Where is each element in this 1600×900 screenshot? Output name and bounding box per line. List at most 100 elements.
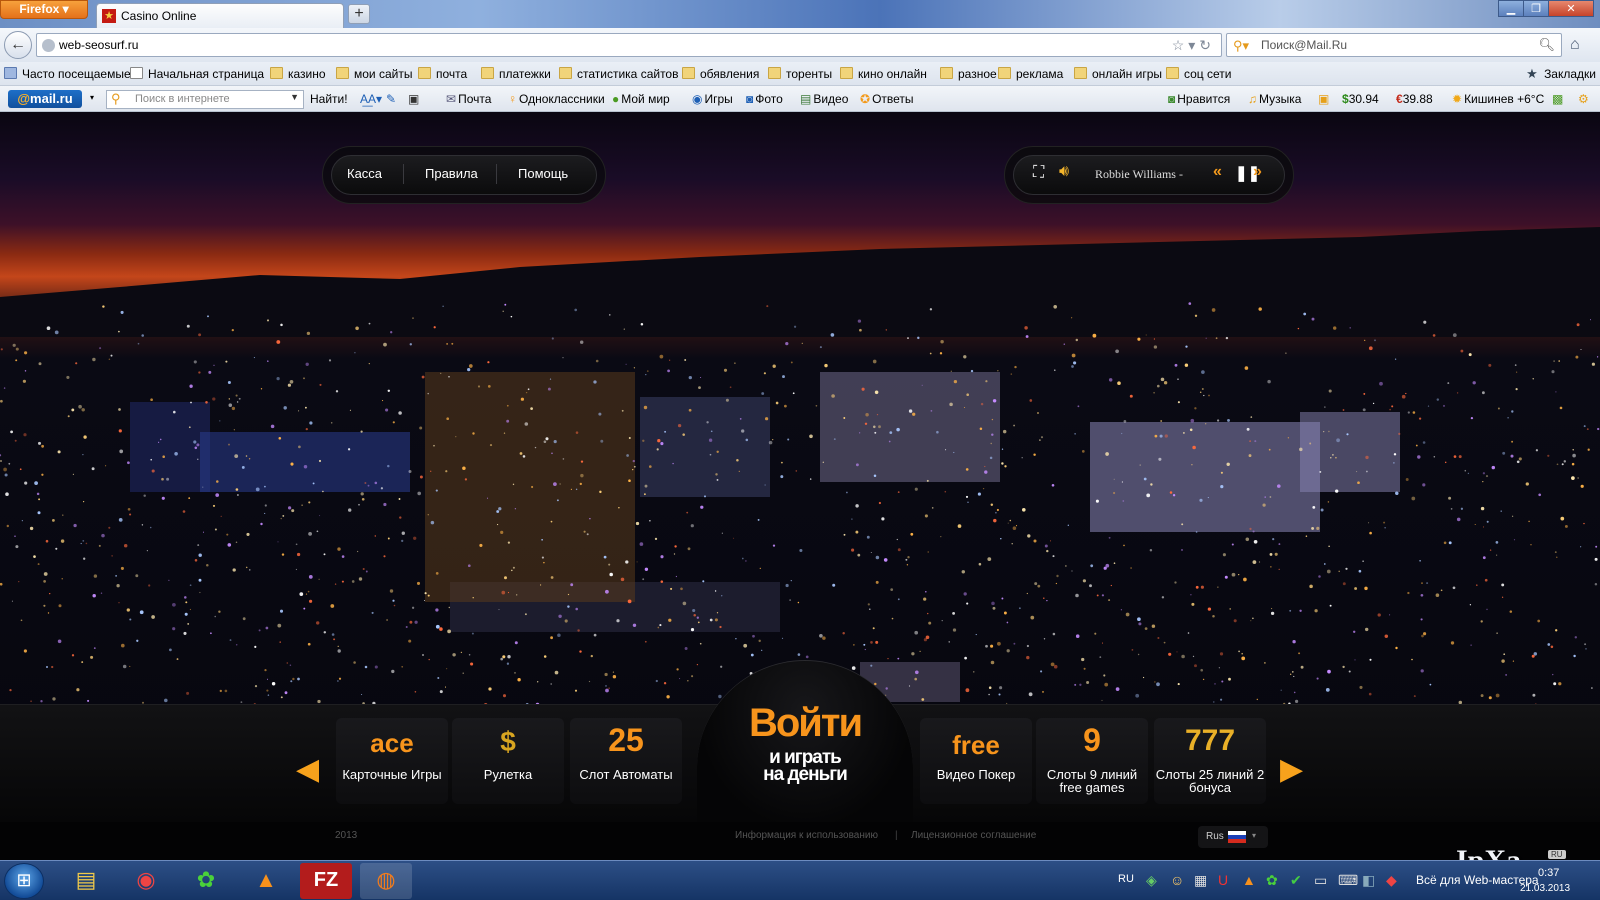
mailru-logo[interactable]: @mail.ru bbox=[8, 90, 82, 108]
tray-app-icon[interactable]: ▦ bbox=[1194, 872, 1207, 889]
search-bar[interactable]: ⚲▾ Поиск@Mail.Ru 🔍︎ bbox=[1226, 33, 1562, 57]
maximize-button[interactable]: ❐ bbox=[1523, 0, 1549, 17]
camera-icon: ◙ bbox=[746, 92, 754, 106]
filezilla-taskbar-icon[interactable]: FZ bbox=[300, 863, 352, 899]
close-window-button[interactable]: ✕ bbox=[1548, 0, 1594, 17]
next-track-icon[interactable]: » bbox=[1253, 163, 1262, 181]
notes-icon[interactable]: ▣ bbox=[1318, 92, 1329, 106]
bookmarks-menu[interactable]: ★ Закладки bbox=[1526, 66, 1596, 81]
antivirus-icon[interactable]: U bbox=[1218, 872, 1228, 888]
bookmark-folder[interactable]: обявления bbox=[682, 67, 759, 81]
tray-app-3-icon[interactable]: ◆ bbox=[1386, 872, 1397, 889]
answers-icon: ✪ bbox=[860, 92, 871, 106]
url-bar[interactable]: web-seosurf.ru ☆▾↻ bbox=[36, 33, 1222, 57]
smile-icon[interactable]: ☺ bbox=[1170, 872, 1184, 888]
language-select[interactable]: Rus ▾ bbox=[1198, 826, 1268, 848]
bookmark-folder[interactable]: соц сети bbox=[1166, 67, 1232, 81]
highlight-pen-icon[interactable]: ✎ bbox=[386, 92, 396, 106]
link-answers[interactable]: ✪ Ответы bbox=[860, 92, 914, 106]
slots-9-icon: 9 bbox=[1083, 722, 1101, 758]
usd-rate[interactable]: $30.94 bbox=[1342, 92, 1379, 106]
explorer-taskbar-icon[interactable]: ▤ bbox=[60, 863, 112, 899]
search-icon[interactable]: 🔍︎ bbox=[1538, 37, 1555, 53]
home-icon[interactable]: ⌂ bbox=[1570, 36, 1580, 54]
bookmark-folder[interactable]: реклама bbox=[998, 67, 1063, 81]
link-photo[interactable]: ◙ Фото bbox=[746, 92, 783, 106]
keyboard-tray-icon[interactable]: ⌨ bbox=[1338, 872, 1358, 889]
link-mail[interactable]: ✉ Почта bbox=[446, 92, 491, 106]
icq-taskbar-icon[interactable]: ✿ bbox=[180, 863, 232, 899]
map-icon[interactable]: ▩ bbox=[1552, 92, 1563, 106]
bookmark-folder[interactable]: почта bbox=[418, 67, 467, 81]
usd-value: 30.94 bbox=[1348, 92, 1379, 106]
link-odnoklassniki[interactable]: ♀ Одноклассники bbox=[508, 92, 605, 106]
music-button[interactable]: ♫ Музыка bbox=[1248, 92, 1301, 106]
bookmark-most-visited[interactable]: Часто посещаемые bbox=[4, 67, 131, 81]
bookmark-folder[interactable]: платежки bbox=[481, 67, 551, 81]
clock-time[interactable]: 0:37 bbox=[1538, 867, 1559, 879]
bookmark-folder[interactable]: разное bbox=[940, 67, 997, 81]
bookmark-folder[interactable]: торенты bbox=[768, 67, 832, 81]
link-video[interactable]: ▤ Видео bbox=[800, 92, 848, 106]
monitor-tray-icon[interactable]: ▭ bbox=[1314, 872, 1327, 889]
font-size-icon[interactable]: A͟A▾ bbox=[360, 92, 382, 106]
footer-license-link[interactable]: Лицензионное соглашение bbox=[911, 830, 1036, 841]
menu-rules[interactable]: Правила bbox=[425, 166, 478, 181]
bookmark-folder[interactable]: казино bbox=[270, 67, 326, 81]
start-button[interactable]: ⊞ bbox=[4, 863, 44, 899]
chrome-taskbar-icon[interactable]: ◉ bbox=[120, 863, 172, 899]
network-icon[interactable]: ◈ bbox=[1146, 872, 1157, 889]
screenshot-icon[interactable]: ▣ bbox=[408, 92, 419, 106]
clock-date[interactable]: 21.03.2013 bbox=[1520, 883, 1570, 894]
bookmark-folder[interactable]: статистика сайтов bbox=[559, 67, 678, 81]
weather-widget[interactable]: ✹ Кишинев +6°C bbox=[1452, 92, 1544, 106]
menu-cashier[interactable]: Касса bbox=[347, 166, 382, 181]
slots-777-icon: 777 bbox=[1184, 724, 1236, 757]
settings-gear-icon[interactable]: ⚙ bbox=[1578, 92, 1589, 106]
game-slots-9-lines[interactable]: 9 Слоты 9 линий free games bbox=[1036, 718, 1148, 804]
game-slot-machines[interactable]: 25 Слот Автоматы bbox=[570, 718, 682, 804]
site-identity-icon[interactable] bbox=[42, 39, 55, 52]
bookmark-folder[interactable]: мои сайты bbox=[336, 67, 412, 81]
tab-casino-online[interactable]: ★ Casino Online bbox=[96, 3, 344, 28]
fullscreen-icon[interactable]: ⛶ bbox=[1033, 164, 1044, 182]
link-label: Игры bbox=[704, 92, 733, 106]
back-button[interactable]: ← bbox=[4, 31, 32, 59]
sun-icon: ✹ bbox=[1452, 92, 1463, 106]
firefox-menu-button[interactable]: Firefox ▾ bbox=[0, 0, 88, 19]
icq-tray-icon[interactable]: ✿ bbox=[1266, 872, 1278, 889]
games-prev-arrow-icon[interactable]: ◀ bbox=[296, 752, 319, 787]
games-next-arrow-icon[interactable]: ▶ bbox=[1280, 752, 1303, 787]
eur-rate[interactable]: €39.88 bbox=[1396, 92, 1433, 106]
previous-track-icon[interactable]: « bbox=[1213, 163, 1222, 181]
game-roulette[interactable]: $ Рулетка bbox=[452, 718, 564, 804]
find-button[interactable]: Найти! bbox=[310, 92, 348, 106]
mailru-menu-chevron-icon[interactable]: ▾ bbox=[90, 93, 94, 102]
volume-icon[interactable]: 🔊︎ bbox=[1059, 163, 1069, 181]
minimize-button[interactable]: ▁ bbox=[1498, 0, 1524, 17]
bookmark-folder[interactable]: онлайн игры bbox=[1074, 67, 1162, 81]
like-button[interactable]: ◙ Нравится bbox=[1168, 92, 1230, 106]
input-language-indicator[interactable]: RU bbox=[1118, 873, 1134, 885]
bookmark-home-page[interactable]: Начальная страница bbox=[130, 67, 264, 81]
bookmark-label: Начальная страница bbox=[148, 67, 265, 81]
vlc-tray-icon[interactable]: ▲ bbox=[1242, 872, 1256, 888]
bookmark-folder[interactable]: кино онлайн bbox=[840, 67, 927, 81]
game-card-games[interactable]: ace Карточные Игры bbox=[336, 718, 448, 804]
firefox-taskbar-icon[interactable]: ◍ bbox=[360, 863, 412, 899]
menu-help[interactable]: Помощь bbox=[518, 166, 568, 181]
footer-usage-info-link[interactable]: Информация к использованию bbox=[735, 830, 878, 841]
mailru-search-input[interactable]: ⚲ Поиск в интернете ▼ bbox=[106, 90, 304, 109]
check-tray-icon[interactable]: ✔ bbox=[1290, 872, 1302, 889]
url-bar-tools-icon[interactable]: ☆▾↻ bbox=[1172, 37, 1215, 54]
chevron-down-icon[interactable]: ▼ bbox=[290, 92, 299, 102]
vlc-taskbar-icon[interactable]: ▲ bbox=[240, 863, 292, 899]
tray-app-2-icon[interactable]: ◧ bbox=[1362, 872, 1375, 889]
folder-icon bbox=[481, 67, 494, 79]
new-tab-button[interactable]: + bbox=[348, 4, 370, 24]
search-engine-icon[interactable]: ⚲▾ bbox=[1233, 38, 1249, 54]
game-video-poker[interactable]: free Видео Покер bbox=[920, 718, 1032, 804]
game-slots-25-lines[interactable]: 777 Слоты 25 линий 2 бонуса bbox=[1154, 718, 1266, 804]
link-my-world[interactable]: ● Мой мир bbox=[612, 92, 670, 106]
link-games[interactable]: ◉ Игры bbox=[692, 92, 733, 106]
